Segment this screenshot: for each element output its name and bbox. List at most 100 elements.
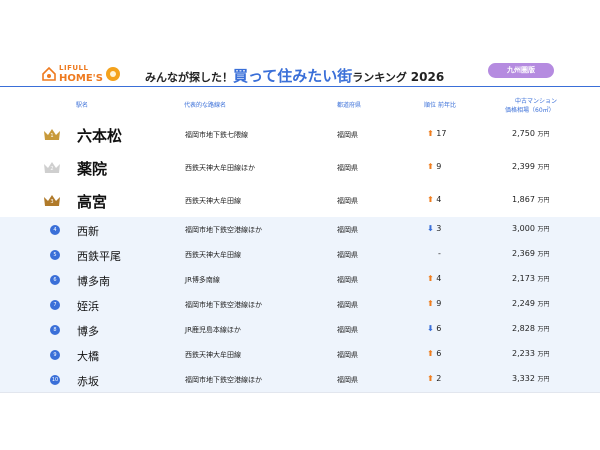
station-name: 薬院 [77,159,108,178]
rank-badge: 7 [50,299,60,310]
station-name: 高宮 [77,192,108,211]
crown-icon: 1 [43,128,61,141]
header-divider [0,86,600,87]
region-badge: 九州圏版 [488,63,554,78]
rank-badge: 8 [50,324,60,335]
rank-change-value: 9 [433,298,442,308]
price-value: 3,332 [512,373,538,383]
table-row: 7 姪浜 福岡市地下鉄空港線ほか 福岡県 ⬆ 9 2,249 万円 [0,292,600,318]
rank-change: ⬇ 3 [427,224,441,233]
rank-change-value: 4 [433,273,442,283]
price-value: 2,173 [512,273,538,283]
price-value: 1,867 [512,194,538,204]
rank-change: ⬆ 17 [427,129,446,138]
rank-change: - [438,248,441,258]
title-main: 買って住みたい街 [233,67,353,85]
price-value: 2,828 [512,323,538,333]
line-name: 福岡市地下鉄七隈線 [185,130,248,139]
rank-number: 2 [50,165,54,172]
line-name: 西鉄天神大牟田線 [185,250,241,259]
table-row: 8 博多 JR鹿児島本線ほか 福岡県 ⬇ 6 2,828 万円 [0,317,600,343]
rank-badge: 4 [50,224,60,235]
rank-badge: 10 [50,374,60,385]
table-row: 2 薬院 西鉄天神大牟田線ほか 福岡県 ⬆ 9 2,399 万円 [0,151,600,185]
column-headers: 駅名 代表的な路線名 都道府県 順位 前年比 中古マンション 価格相場（60㎡） [0,96,600,118]
rank-badge: 6 [50,274,60,285]
rank-badge: 5 [50,249,60,260]
rank-number: 3 [50,198,54,205]
prefecture: 福岡県 [337,325,358,334]
col-rank-change: 順位 前年比 [424,102,456,109]
price: 2,399 万円 [512,162,549,171]
rank-change-value: 6 [433,348,442,358]
price: 3,000 万円 [512,224,549,233]
price-unit: 万円 [537,163,550,171]
prefecture: 福岡県 [337,163,358,172]
station-name: 西新 [77,224,99,238]
price: 2,173 万円 [512,274,549,283]
prefecture: 福岡県 [337,250,358,259]
rank-change-value: 4 [433,194,442,204]
station-name: 赤坂 [77,374,99,388]
arrow-up-icon: ⬆ [427,128,434,138]
title-pre: みんなが探した！ [145,71,233,84]
arrow-down-icon: ⬇ [427,223,434,233]
price-value: 2,750 [512,128,538,138]
prefecture: 福岡県 [337,350,358,359]
station-name: 大橋 [77,349,99,363]
station-name: 西鉄平尾 [77,249,121,263]
rank-change: ⬆ 9 [427,162,441,171]
arrow-up-icon: ⬆ [427,194,434,204]
price-value: 3,000 [512,223,538,233]
lifull-homes-logo: LIFULL HOME'S [42,64,120,84]
table-row: 5 西鉄平尾 西鉄天神大牟田線 福岡県 - 2,369 万円 [0,242,600,268]
page-title: みんなが探した！買って住みたい街ランキング 2026 [145,65,444,86]
table-row: 6 博多南 JR博多南線 福岡県 ⬆ 4 2,173 万円 [0,267,600,293]
price-unit: 万円 [537,225,550,233]
price-unit: 万円 [537,375,550,383]
mascot-icon [105,66,120,81]
col-price-1: 中古マンション [515,98,558,105]
table-row: 4 西新 福岡市地下鉄空港線ほか 福岡県 ⬇ 3 3,000 万円 [0,217,600,243]
arrow-up-icon: ⬆ [427,348,434,358]
line-name: 西鉄天神大牟田線 [185,196,241,205]
price: 2,828 万円 [512,324,549,333]
price: 2,369 万円 [512,249,549,258]
rank-change-value: 6 [433,323,442,333]
prefecture: 福岡県 [337,196,358,205]
rank-change-value: 3 [433,223,442,233]
line-name: 西鉄天神大牟田線ほか [185,163,255,172]
price: 1,867 万円 [512,195,549,204]
header: LIFULL HOME'S みんなが探した！買って住みたい街ランキング 2026… [0,62,600,88]
price-value: 2,233 [512,348,538,358]
arrow-up-icon: ⬆ [427,161,434,171]
rank-badge: 9 [50,349,60,360]
title-year: 2026 [410,70,445,84]
title-post: ランキング [352,71,407,84]
price-unit: 万円 [537,130,550,138]
price-unit: 万円 [537,275,550,283]
arrow-up-icon: ⬆ [427,273,434,283]
arrow-up-icon: ⬆ [427,373,434,383]
station-name: 博多 [77,324,99,338]
price-unit: 万円 [537,350,550,358]
prefecture: 福岡県 [337,375,358,384]
prefecture: 福岡県 [337,225,358,234]
line-name: 福岡市地下鉄空港線ほか [185,375,262,384]
price-unit: 万円 [537,250,550,258]
price: 2,750 万円 [512,129,549,138]
line-name: 西鉄天神大牟田線 [185,350,241,359]
price: 2,249 万円 [512,299,549,308]
rank-change: ⬇ 6 [427,324,441,333]
price-value: 2,249 [512,298,538,308]
prefecture: 福岡県 [337,300,358,309]
price-unit: 万円 [537,196,550,204]
rank-change: ⬆ 4 [427,195,441,204]
prefecture: 福岡県 [337,130,358,139]
logo-line1: LIFULL [59,64,89,72]
crown-icon: 3 [43,194,61,207]
house-logo-icon [42,66,56,81]
price-unit: 万円 [537,300,550,308]
col-line: 代表的な路線名 [184,102,227,109]
price: 2,233 万円 [512,349,549,358]
